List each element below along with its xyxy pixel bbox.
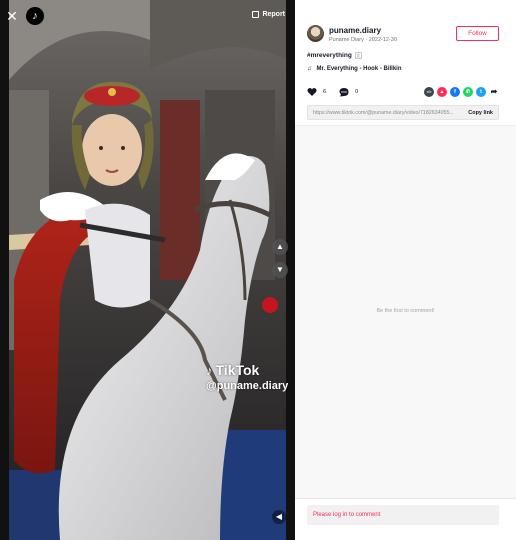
like-count: 6: [323, 89, 327, 95]
embed-icon[interactable]: </>: [424, 87, 434, 97]
next-video-button[interactable]: ▼: [272, 262, 288, 278]
video-info-panel: puname.diary Puname Diary · 2022-12-30 F…: [295, 0, 516, 540]
chevron-up-icon: ▲: [276, 242, 284, 251]
comment-icon[interactable]: [339, 87, 349, 97]
share-arrow-icon[interactable]: ➦: [489, 87, 499, 97]
watermark-handle: @puname.diary: [206, 380, 289, 392]
share-link-box: https://www.tiktok.com/@puname.diary/vid…: [307, 105, 499, 120]
share-link-url[interactable]: https://www.tiktok.com/@puname.diary/vid…: [313, 110, 458, 116]
video-watermark: ♪ TikTok @puname.diary: [206, 362, 288, 392]
empty-comments-note: Be the first to comment!: [376, 308, 435, 314]
chevron-down-icon: ▼: [276, 265, 284, 274]
twitter-icon[interactable]: t: [476, 87, 486, 97]
author-display-name: Puname Diary: [329, 37, 364, 43]
previous-video-button[interactable]: ▲: [272, 239, 288, 255]
video-detail-modal: ✕ ♪ Report ▲ ▼ ♪ TikTok @puname.diary ◀ …: [0, 0, 516, 540]
direct-message-icon[interactable]: ▲: [437, 87, 447, 97]
music-note-icon: ♫: [307, 66, 312, 72]
meta-separator: ·: [365, 37, 368, 43]
author-meta: Puname Diary · 2022-12-30: [329, 37, 397, 43]
watermark-brand: TikTok: [215, 362, 260, 378]
tiktok-logo-icon[interactable]: ♪: [26, 7, 44, 25]
volume-button[interactable]: ◀: [272, 510, 286, 524]
login-prompt[interactable]: Please log in to comment: [313, 512, 380, 518]
avatar[interactable]: [307, 25, 324, 42]
login-to-comment-bar[interactable]: Please log in to comment: [307, 505, 499, 525]
heart-icon[interactable]: [307, 87, 317, 97]
report-label: Report: [262, 11, 285, 18]
video-player[interactable]: ✕ ♪ Report ▲ ▼ ♪ TikTok @puname.diary ◀: [0, 0, 295, 540]
flag-icon: [252, 11, 260, 18]
comment-count: 0: [355, 89, 359, 95]
music-link[interactable]: ♫ Mr. Everything - Hook - Billkin: [307, 66, 402, 72]
facebook-icon[interactable]: f: [450, 87, 460, 97]
close-button[interactable]: ✕: [4, 8, 20, 24]
author-handle[interactable]: puname.diary: [329, 26, 381, 35]
music-title: Mr. Everything - Hook - Billkin: [316, 66, 402, 72]
share-options: </> ▲ f ✆ t ➦: [424, 87, 499, 97]
tiktok-note-icon: ♪: [206, 362, 213, 378]
translate-icon[interactable]: 文: [354, 52, 362, 59]
hashtag-link[interactable]: #mreverything: [307, 52, 352, 59]
post-date: 2022-12-30: [368, 37, 397, 43]
post-header: puname.diary Puname Diary · 2022-12-30 F…: [295, 0, 516, 125]
video-frame: [0, 0, 295, 540]
whatsapp-icon[interactable]: ✆: [463, 87, 473, 97]
copy-link-button[interactable]: Copy link: [468, 110, 493, 116]
post-caption: #mreverything 文: [307, 52, 362, 59]
report-button[interactable]: Report: [252, 11, 285, 18]
engagement-actions: 6 0: [307, 87, 371, 97]
follow-button[interactable]: Follow: [456, 26, 499, 41]
divider: [295, 498, 516, 499]
speaker-icon: ◀: [275, 512, 283, 521]
